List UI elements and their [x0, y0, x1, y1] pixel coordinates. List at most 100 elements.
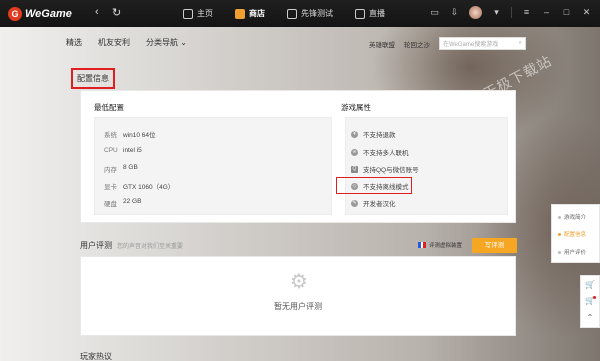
notification-dot [593, 296, 596, 299]
refresh-icon[interactable]: ↻ [112, 6, 121, 19]
live-icon [355, 8, 365, 19]
subnav-right: 英雄联盟 轮回之沙 在WeGame搜索游戏 ⌕ [369, 37, 526, 50]
anchor-intro[interactable]: 游戏简介 [558, 213, 586, 221]
titlebar-tools: ▭ ⇩ ▾ ≡ – □ ✕ [429, 6, 592, 19]
reviews-title: 用户评测 [80, 241, 112, 250]
flag-icon [418, 242, 426, 248]
feature-account: Q 支持QQ与微信账号 [351, 164, 419, 174]
topnav-pioneer-label: 先锋测试 [301, 9, 333, 18]
pencil-icon: ✎ [351, 199, 358, 207]
avatar[interactable] [469, 6, 482, 19]
anchor-dot [558, 215, 561, 219]
feature-label: 不支持退款 [363, 132, 396, 139]
back-to-top-icon[interactable]: ⌃ [581, 313, 599, 322]
feature-label: 不支持多人联机 [363, 150, 409, 157]
subnav-category[interactable]: 分类导航 ⌄ [146, 37, 187, 48]
refund-icon: ¥ [351, 130, 358, 138]
spec-key: 显卡 [104, 184, 117, 191]
spec-key: 内存 [104, 167, 117, 174]
reviews-empty-text: 暂无用户评测 [274, 302, 322, 311]
spec-value: win10 64位 [123, 132, 156, 139]
features-panel: ¥ 不支持退款 ∞ 不支持多人联机 Q 支持QQ与微信账号 ◇ 不支持离线模式 … [345, 117, 508, 215]
topnav-store-label: 商店 [249, 9, 265, 18]
app-name: WeGame [25, 8, 72, 20]
offline-mode-highlight [336, 177, 412, 194]
topnav-live[interactable]: 直播 [355, 8, 385, 19]
topnav-home-label: 主页 [197, 9, 213, 18]
spec-value: GTX 1060（4G） [123, 184, 175, 191]
features-title: 游戏属性 [341, 103, 371, 112]
topnav-store[interactable]: 商店 [235, 8, 265, 19]
link-sands[interactable]: 轮回之沙 [404, 39, 430, 49]
section-anchors: 游戏简介 配置信息 用户评价 [551, 204, 600, 263]
minimize-icon[interactable]: – [541, 7, 552, 18]
search-placeholder: 在WeGame搜索游戏 [443, 42, 499, 48]
spec-row-disk: 硬盘 22 GB [104, 198, 141, 208]
wegame-logo-icon: G [8, 7, 22, 21]
chevron-down-icon[interactable]: ▾ [491, 7, 502, 18]
spec-value: 8 GB [123, 164, 138, 171]
account-icon: Q [351, 165, 358, 173]
topnav-live-label: 直播 [369, 9, 385, 18]
multiplayer-icon: ∞ [351, 148, 358, 156]
side-tools: 🛒 🛒 ⌃ [580, 275, 600, 328]
cart-icon[interactable]: 🛒 [581, 280, 599, 289]
close-icon[interactable]: ✕ [581, 7, 592, 18]
config-section-title-text: 配置信息 [77, 74, 109, 83]
spec-value: 22 GB [123, 198, 142, 205]
anchor-dot [558, 232, 561, 236]
feature-refund: ¥ 不支持退款 [351, 129, 396, 139]
store-icon [235, 8, 245, 19]
chevron-down-icon: ⌄ [180, 37, 187, 47]
menu-icon[interactable]: ≡ [521, 7, 532, 18]
anchor-label: 配置信息 [564, 232, 587, 238]
hot-discussion-title: 玩家热议 [80, 352, 112, 361]
spec-row-ram: 内存 8 GB [104, 164, 138, 174]
subnav-category-label: 分类导航 [146, 37, 178, 47]
back-arrow-icon[interactable]: ‹ [95, 6, 99, 18]
write-review-button[interactable]: 写评测 [472, 238, 517, 253]
search-icon[interactable]: ⌕ [519, 40, 522, 47]
spec-row-cpu: CPU intel i5 [104, 147, 142, 154]
anchor-config[interactable]: 配置信息 [558, 230, 586, 238]
feature-multiplayer: ∞ 不支持多人联机 [351, 147, 409, 157]
spec-key: 系统 [104, 132, 117, 139]
feature-label: 开发者汉化 [363, 201, 396, 208]
spec-key: CPU [104, 147, 118, 154]
review-settings-button[interactable]: 评测虚拟装置 [418, 239, 467, 251]
anchor-dot [558, 250, 561, 254]
link-lol[interactable]: 英雄联盟 [369, 39, 395, 49]
review-settings-label: 评测虚拟装置 [429, 243, 463, 249]
reviews-subtitle: 您的声音对我们至关重要 [117, 244, 184, 250]
divider [511, 7, 512, 18]
topnav-home[interactable]: 主页 [183, 8, 213, 19]
min-config-title: 最低配置 [94, 103, 124, 112]
anchor-reviews[interactable]: 用户评价 [558, 248, 586, 256]
feature-label: 支持QQ与微信账号 [363, 167, 419, 174]
config-card: 最低配置 游戏属性 系统 win10 64位 CPU intel i5 内存 8… [80, 90, 516, 223]
maximize-icon[interactable]: □ [561, 7, 572, 18]
top-navigation: 主页 商店 先锋测试 直播 [183, 0, 407, 27]
spec-value: intel i5 [123, 147, 142, 154]
gamepad-icon [287, 8, 297, 19]
wishlist-cart-icon[interactable]: 🛒 [581, 296, 599, 305]
subnav-featured[interactable]: 精选 [66, 37, 82, 48]
anchor-label: 游戏简介 [564, 215, 587, 221]
spec-panel: 系统 win10 64位 CPU intel i5 内存 8 GB 显卡 GTX… [94, 117, 332, 215]
spec-row-gpu: 显卡 GTX 1060（4G） [104, 181, 174, 191]
title-bar: G WeGame ‹ ↻ 主页 商店 先锋测试 直播 ▭ ⇩ ▾ ≡ – □ ✕ [0, 0, 600, 27]
subnav-recommend[interactable]: 机友安利 [98, 37, 130, 48]
wegame-logo[interactable]: G WeGame [8, 7, 72, 21]
home-icon [183, 8, 193, 19]
config-section-title: 配置信息 [71, 68, 115, 89]
anchor-label: 用户评价 [564, 250, 587, 256]
feature-localization: ✎ 开发者汉化 [351, 198, 396, 208]
search-input[interactable]: 在WeGame搜索游戏 ⌕ [439, 37, 526, 50]
reviews-empty-panel: ⚙ 暂无用户评测 [80, 256, 516, 336]
topnav-pioneer-test[interactable]: 先锋测试 [287, 8, 333, 19]
spec-row-os: 系统 win10 64位 [104, 129, 156, 139]
download-icon[interactable]: ⇩ [449, 7, 460, 18]
spec-key: 硬盘 [104, 201, 117, 208]
gear-icon: ⚙ [290, 271, 308, 293]
folder-icon[interactable]: ▭ [429, 7, 440, 18]
